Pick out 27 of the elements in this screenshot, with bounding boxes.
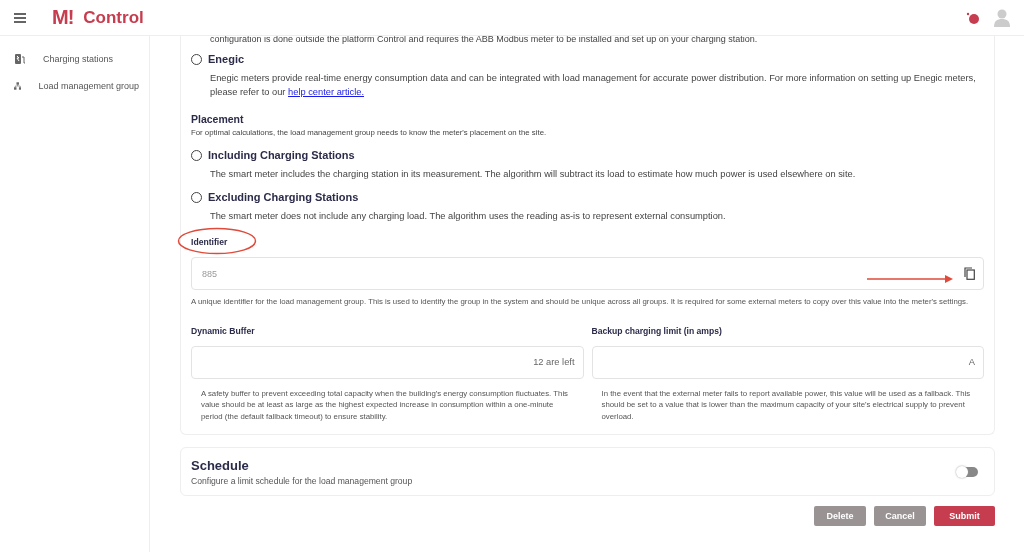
section-description: Configure a limit schedule for the load management group — [191, 476, 414, 486]
brand-name: Control — [83, 7, 144, 28]
field-label: Backup charging limit (in amps) — [591, 325, 723, 336]
sidebar-item[interactable]: Load management group — [0, 75, 149, 102]
copy-icon[interactable] — [964, 267, 975, 280]
field-label: Dynamic Buffer — [191, 325, 256, 336]
section-title: Placement — [191, 113, 245, 125]
charging-station-icon — [14, 53, 26, 65]
option-description: The smart meter does not include any charging load. The algorithm uses the reading as-is to represent external consumption. — [210, 210, 727, 223]
option-description: Enegic meters provide real-time energy consumption data and can be integrated with load management for accurate power distribution. For more information on setting up Enegic meters, please refer to our help center article. — [210, 72, 977, 99]
hierarchy-icon — [14, 80, 22, 92]
input-field[interactable]: 12 are left — [191, 345, 584, 379]
option-label: Enegic — [208, 53, 245, 65]
action-button[interactable]: Submit — [934, 506, 995, 526]
option-label: Including Charging Stations — [208, 149, 355, 161]
section-title: Schedule — [191, 458, 250, 473]
sidebar-item[interactable]: Charging stations — [0, 48, 149, 75]
help-link[interactable]: help center article. — [288, 87, 364, 97]
field-label: Identifier — [191, 237, 229, 247]
notification-dot-icon[interactable] — [966, 11, 980, 24]
option-label: Excluding Charging Stations — [208, 191, 359, 203]
logo-mark: M! — [52, 6, 74, 29]
toggle-switch[interactable] — [958, 467, 978, 477]
description-text: configuration is done outside the platform Control and requires the ABB Modbus meter to be installed and set up on your charging station. — [210, 36, 759, 45]
menu-icon[interactable] — [14, 12, 26, 23]
option-description: The smart meter includes the charging station in its measurement. The algorithm will subtract its load to estimate how much power is used elsewhere on site. — [210, 168, 857, 181]
input-field[interactable]: A — [591, 345, 984, 379]
